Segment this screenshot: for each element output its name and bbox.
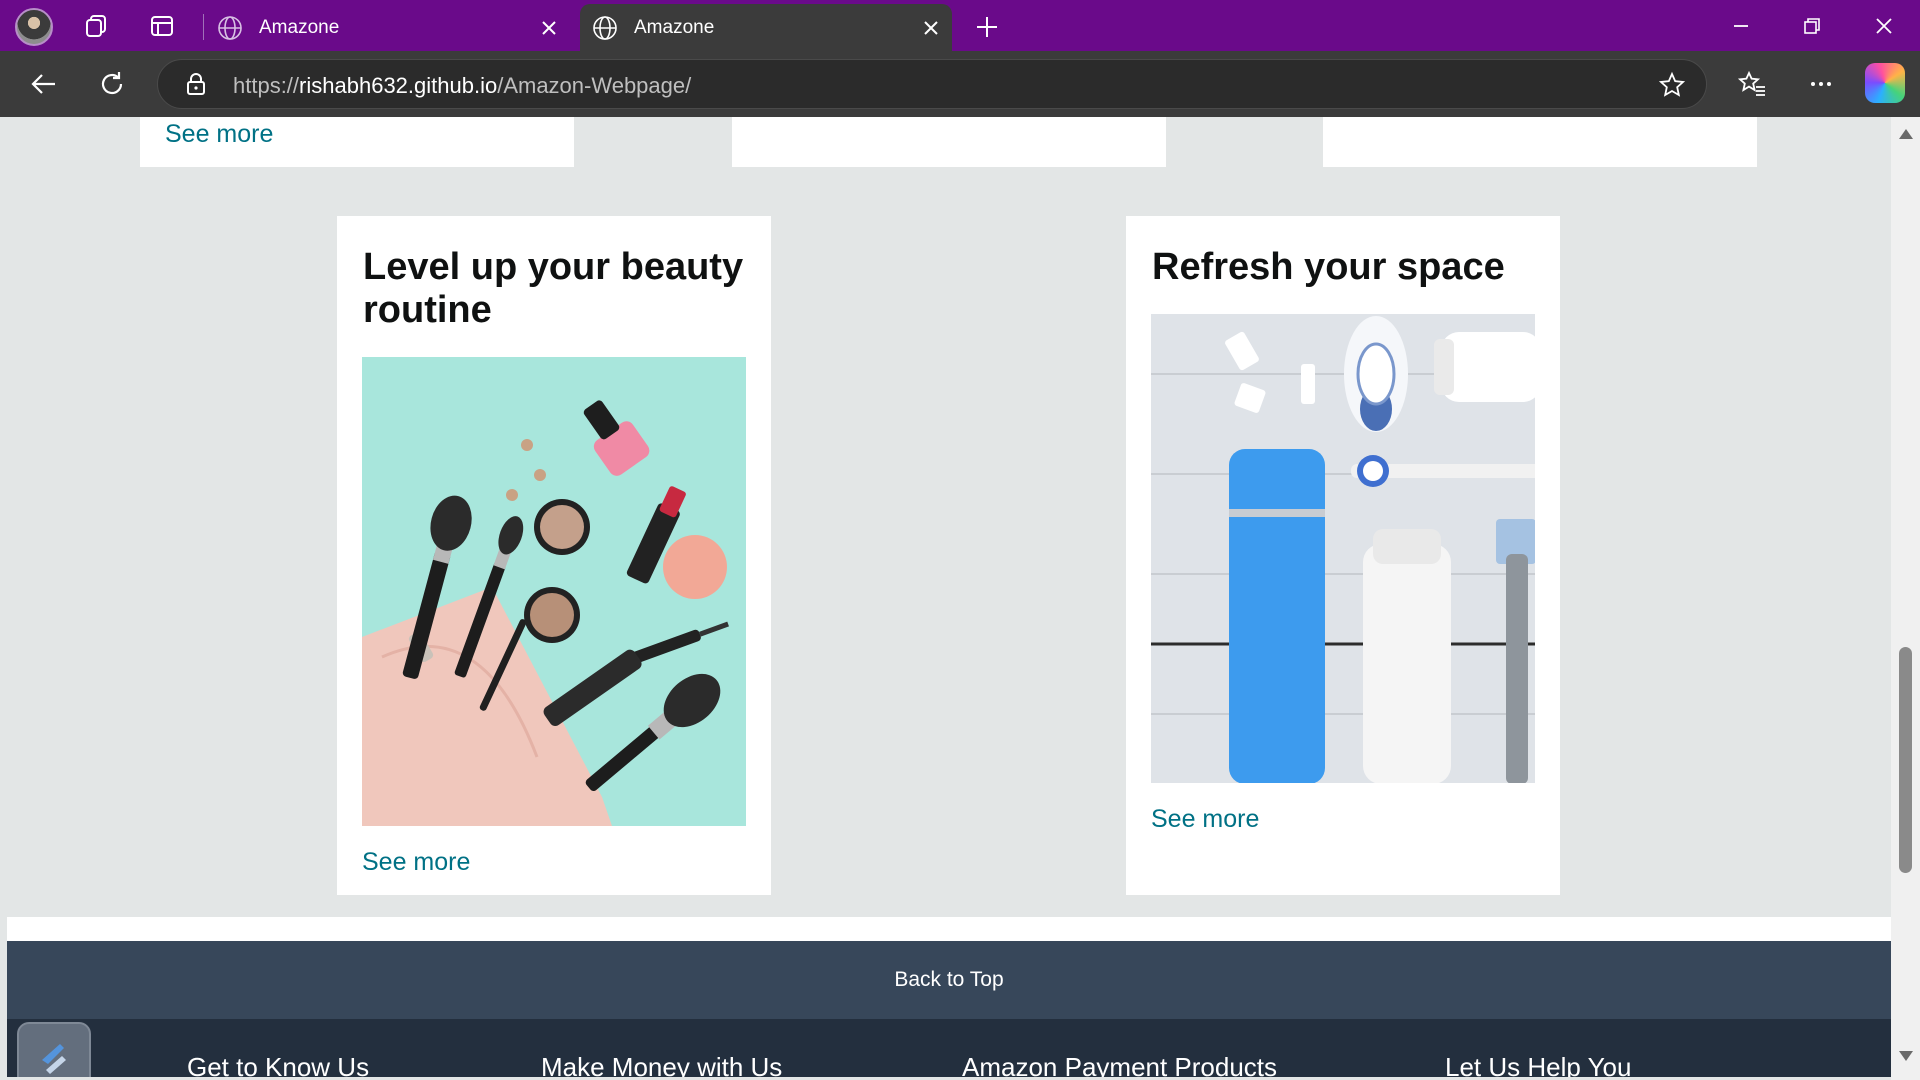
new-tab-button[interactable] bbox=[970, 10, 1004, 44]
tab-title: Amazone bbox=[634, 16, 715, 38]
favorite-star-icon[interactable] bbox=[1658, 71, 1686, 99]
see-more-link[interactable]: See more bbox=[165, 120, 273, 149]
page-divider bbox=[7, 917, 1891, 941]
copilot-icon[interactable] bbox=[1865, 63, 1905, 103]
footer-heading: Make Money with Us bbox=[541, 1052, 783, 1077]
close-tab-icon[interactable] bbox=[916, 13, 946, 43]
card-title: Level up your beauty routine bbox=[363, 246, 744, 331]
vertical-scrollbar[interactable] bbox=[1891, 117, 1920, 1080]
tab-actions-icon[interactable] bbox=[144, 8, 180, 44]
footer-heading: Let Us Help You bbox=[1445, 1052, 1632, 1077]
tab-inactive[interactable]: Amazone bbox=[205, 4, 570, 51]
floating-extension-icon[interactable] bbox=[17, 1022, 91, 1077]
see-more-link[interactable]: See more bbox=[362, 848, 470, 877]
close-window-button[interactable] bbox=[1861, 8, 1907, 44]
tab-active[interactable]: Amazone bbox=[580, 4, 952, 51]
favorites-button[interactable] bbox=[1731, 63, 1773, 105]
see-more-link[interactable]: See more bbox=[1151, 805, 1259, 834]
back-button[interactable] bbox=[22, 63, 64, 105]
url-path: /Amazon-Webpage/ bbox=[497, 73, 692, 98]
scroll-up-arrow-icon[interactable] bbox=[1898, 127, 1914, 141]
globe-icon bbox=[218, 15, 242, 40]
workspaces-icon[interactable] bbox=[78, 8, 114, 44]
browser-titlebar: Amazone Amazone bbox=[0, 0, 1920, 51]
footer: Get to Know Us Make Money with Us Amazon… bbox=[7, 1019, 1891, 1077]
address-bar[interactable]: https://rishabh632.github.io/Amazon-Webp… bbox=[157, 59, 1707, 109]
url-host: rishabh632.github.io bbox=[299, 73, 498, 98]
makeup-products-image[interactable] bbox=[362, 357, 746, 826]
card-title: Refresh your space bbox=[1152, 246, 1505, 288]
url-scheme: https:// bbox=[233, 73, 300, 98]
browser-toolbar: https://rishabh632.github.io/Amazon-Webp… bbox=[0, 51, 1920, 117]
footer-heading: Amazon Payment Products bbox=[962, 1052, 1278, 1077]
more-options-icon[interactable] bbox=[1800, 63, 1842, 105]
restore-button[interactable] bbox=[1789, 8, 1835, 44]
tab-title: Amazone bbox=[259, 16, 340, 38]
footer-heading: Get to Know Us bbox=[187, 1052, 370, 1077]
back-to-top-button[interactable]: Back to Top bbox=[7, 941, 1891, 1019]
profile-avatar[interactable] bbox=[15, 8, 53, 46]
product-card-refresh: Refresh your space See more bbox=[1126, 216, 1560, 895]
scroll-down-arrow-icon[interactable] bbox=[1898, 1049, 1914, 1063]
product-card-beauty: Level up your beauty routine See more bbox=[337, 216, 771, 895]
product-card-top-2 bbox=[732, 117, 1166, 167]
globe-icon bbox=[593, 15, 617, 40]
toiletries-image[interactable] bbox=[1151, 314, 1535, 783]
close-tab-icon[interactable] bbox=[534, 13, 564, 43]
product-card-top-3 bbox=[1323, 117, 1757, 167]
minimize-button[interactable] bbox=[1718, 8, 1764, 44]
tab-separator bbox=[203, 14, 204, 40]
lock-icon[interactable] bbox=[183, 71, 209, 97]
reload-button[interactable] bbox=[91, 63, 133, 105]
product-card-top-1: See more bbox=[140, 117, 574, 167]
page-viewport: See more Level up your beauty routine Se… bbox=[7, 117, 1891, 1077]
scrollbar-thumb[interactable] bbox=[1899, 647, 1912, 873]
url-text[interactable]: https://rishabh632.github.io/Amazon-Webp… bbox=[233, 73, 691, 99]
